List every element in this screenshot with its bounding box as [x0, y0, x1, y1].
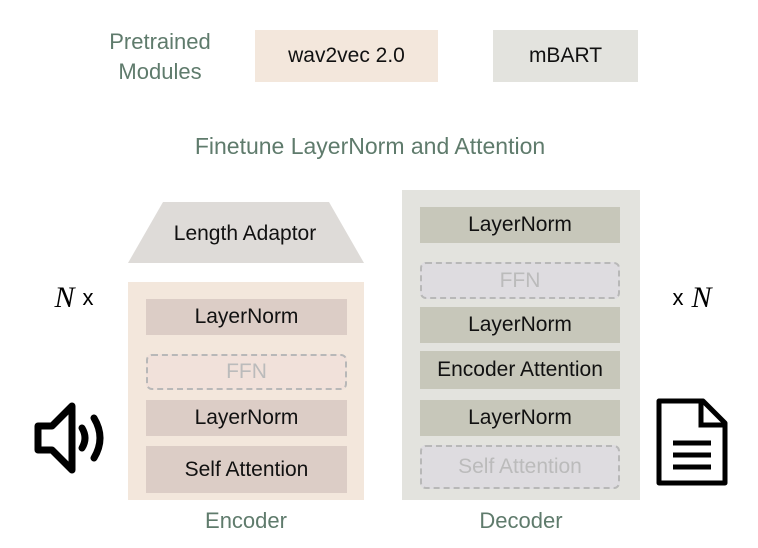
length-adaptor-label: Length Adaptor	[173, 221, 317, 245]
repeat-x: x	[672, 285, 684, 310]
encoder-label: Encoder	[205, 508, 287, 533]
decoder-label: Decoder	[479, 508, 563, 533]
decoder-layernorm-2: LayerNorm	[420, 307, 620, 343]
decoder-self-attention: Self Attention	[420, 445, 620, 489]
decoder-ffn: FFN	[420, 262, 620, 299]
subtitle: Finetune LayerNorm and Attention	[194, 132, 546, 159]
decoder-layernorm-3: LayerNorm	[420, 400, 620, 436]
encoder-layernorm-1: LayerNorm	[146, 299, 347, 335]
legend-mbart: mBART	[493, 30, 638, 82]
repeat-left: Nx	[44, 280, 104, 316]
legend-title: Pretrained Modules	[109, 29, 211, 84]
decoder-layernorm-1: LayerNorm	[420, 207, 620, 243]
decoder-encoder-attention: Encoder Attention	[420, 351, 620, 389]
repeat-right: xN	[662, 280, 722, 316]
encoder-self-attention: Self Attention	[146, 446, 347, 493]
encoder-ffn: FFN	[146, 354, 347, 390]
speaker-icon	[34, 402, 104, 474]
legend-wav2vec: wav2vec 2.0	[255, 30, 438, 82]
repeat-n: N	[691, 281, 712, 314]
document-icon	[656, 398, 728, 486]
repeat-x: x	[82, 285, 94, 310]
repeat-n: N	[54, 281, 75, 314]
encoder-layernorm-2: LayerNorm	[146, 400, 347, 436]
